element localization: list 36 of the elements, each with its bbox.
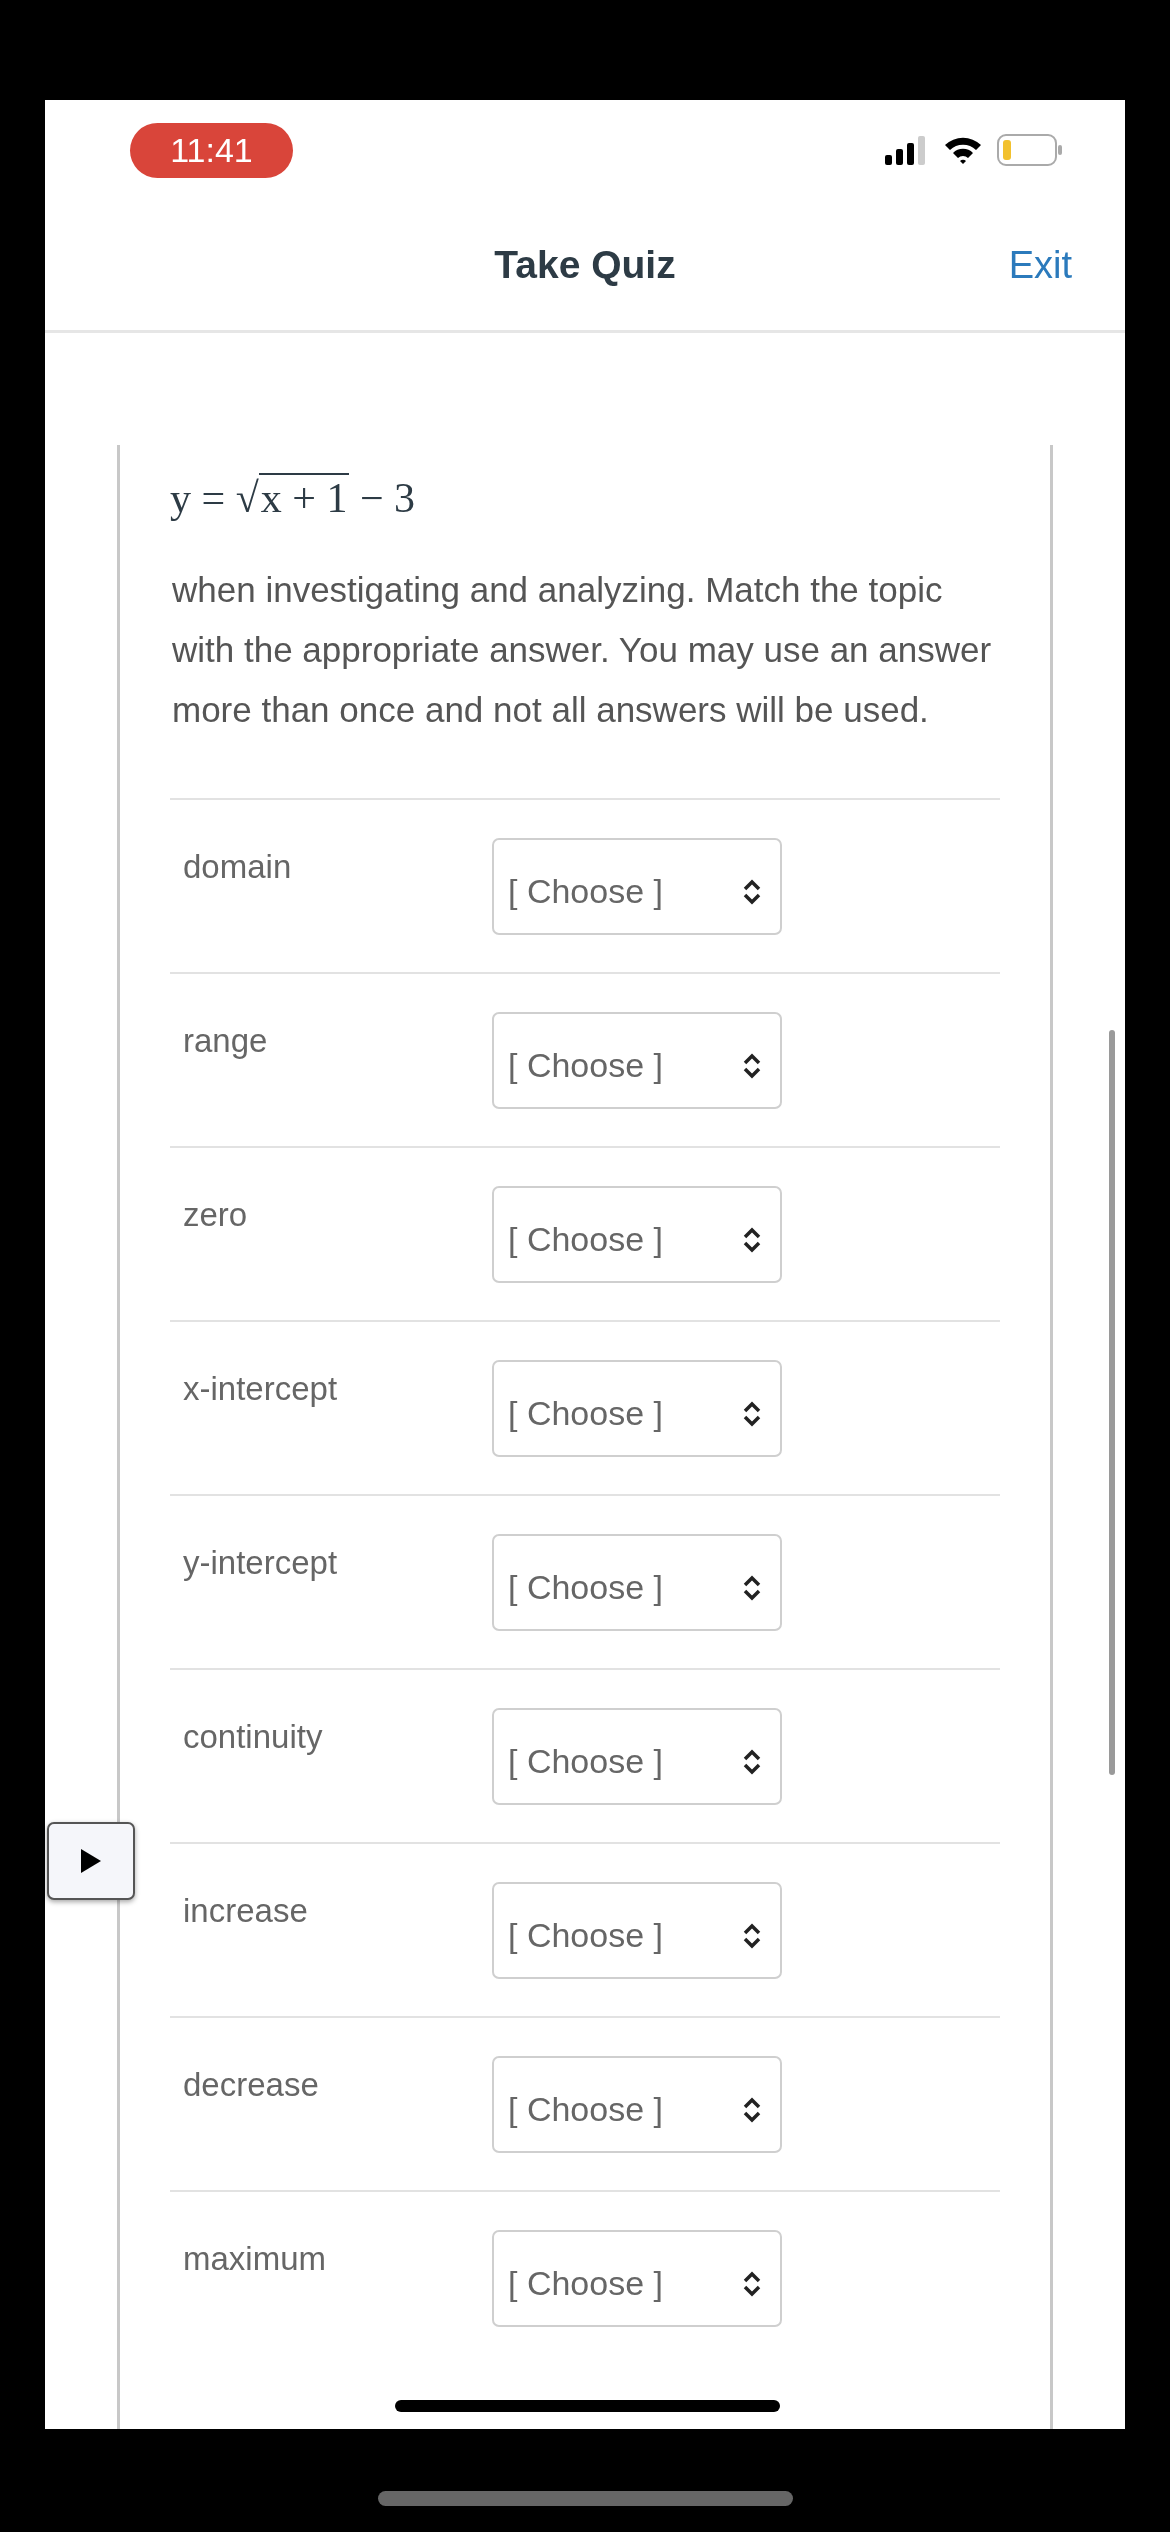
chevron-icon bbox=[742, 1573, 762, 1602]
chevron-icon bbox=[742, 2269, 762, 2298]
question-text: when investigating and analyzing. Match the topic with the appropriate answer. You may use an answer more than once and not all answers will be used. bbox=[171, 569, 993, 731]
chevron-icon bbox=[742, 1747, 762, 1776]
topic-label: zero bbox=[182, 1196, 249, 1234]
chevron-icon bbox=[742, 877, 762, 906]
answer-select[interactable]: [ Choose ] bbox=[492, 1186, 782, 1283]
answer-select[interactable]: [ Choose ] bbox=[492, 838, 782, 935]
equation-text: y = √x + 1 − 3 bbox=[170, 473, 417, 522]
topic-label: range bbox=[182, 1022, 269, 1060]
play-icon bbox=[79, 1848, 103, 1874]
page-title: Take Quiz bbox=[494, 243, 676, 287]
answer-select[interactable]: [ Choose ] bbox=[492, 1882, 782, 1979]
answer-select[interactable]: [ Choose ] bbox=[492, 2230, 782, 2327]
topic-label: x-intercept bbox=[182, 1370, 339, 1408]
answer-select[interactable]: [ Choose ] bbox=[492, 1360, 782, 1457]
answer-select[interactable]: [ Choose ] bbox=[492, 1012, 782, 1109]
topic-label: maximum bbox=[182, 2240, 327, 2278]
topic-label: domain bbox=[182, 848, 293, 886]
answer-select[interactable]: [ Choose ] bbox=[492, 1708, 782, 1805]
answer-select[interactable]: [ Choose ] bbox=[492, 1534, 782, 1631]
exit-link[interactable]: Exit bbox=[1008, 243, 1072, 287]
chevron-icon bbox=[742, 1225, 762, 1254]
answer-select[interactable]: [ Choose ] bbox=[492, 2056, 782, 2153]
topic-label: increase bbox=[182, 1892, 309, 1930]
topic-label: decrease bbox=[182, 2066, 320, 2104]
chevron-icon bbox=[742, 1921, 762, 1950]
chevron-icon bbox=[742, 1399, 762, 1428]
wifi-icon bbox=[943, 135, 983, 165]
topic-label: continuity bbox=[182, 1718, 324, 1756]
status-time: 11:41 bbox=[130, 122, 293, 178]
play-button[interactable] bbox=[47, 1822, 135, 1900]
battery-icon bbox=[997, 134, 1063, 166]
chevron-icon bbox=[742, 2095, 762, 2124]
chevron-icon bbox=[742, 1051, 762, 1080]
topic-label: y-intercept bbox=[182, 1544, 339, 1582]
